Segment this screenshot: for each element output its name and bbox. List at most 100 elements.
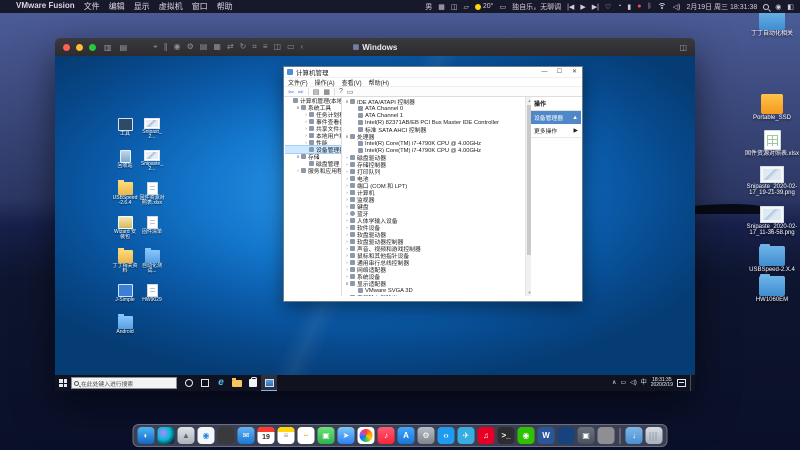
console-tree-item[interactable]: ›服务和应用程序	[285, 167, 341, 174]
minimize-button[interactable]	[76, 44, 83, 51]
taskbar-search-box[interactable]: 在此处键入进行搜索	[71, 377, 177, 389]
cm-menu-帮[interactable]: 帮助(H)	[369, 78, 389, 87]
collapse-arrow-icon[interactable]: ▲	[572, 115, 578, 121]
mac-desktop-icon[interactable]: HW1060EM	[745, 276, 799, 303]
menubar-menu-显示[interactable]: 显示	[134, 1, 150, 12]
media-next-icon[interactable]: ▶|	[592, 3, 599, 11]
spotlight-search-icon[interactable]	[763, 4, 769, 10]
vm-desktop-icon[interactable]: J-Simple	[112, 284, 138, 303]
start-button[interactable]	[55, 375, 71, 391]
menubar-menu-帮助[interactable]: 帮助	[217, 1, 233, 12]
dock-item-system-preferences[interactable]: ⚙	[418, 427, 435, 444]
device-tree-item[interactable]: ∨IDE ATA/ATAPI 控制器	[342, 98, 532, 105]
vm-desktop-icon[interactable]: 固件清单	[139, 216, 165, 235]
media-previous-icon[interactable]: |◀	[567, 3, 574, 11]
stats-grid-icon[interactable]: ▦	[438, 3, 445, 11]
cm-toolbar-icon-4[interactable]: ▦	[323, 88, 330, 96]
vm-toolbar-icon-4[interactable]: ⚙	[187, 43, 194, 51]
control-center-icon[interactable]: ◧	[787, 3, 794, 11]
ime-indicator[interactable]: 中	[641, 380, 647, 386]
device-tree-item[interactable]: ATA Channel 1	[342, 112, 532, 119]
menubar-menu-窗口[interactable]: 窗口	[192, 1, 208, 12]
dock-item-wechat[interactable]: ◉	[518, 427, 535, 444]
computer-management-icon[interactable]	[261, 375, 277, 391]
back-icon[interactable]: ⇦	[288, 88, 294, 96]
mac-desktop-icon[interactable]: USBSpeed-2.X.4	[745, 246, 799, 273]
dock-item-mail[interactable]: ✉	[238, 427, 255, 444]
device-tree-item[interactable]: ∨显示适配器	[342, 280, 532, 287]
dock-item-trash[interactable]	[646, 427, 663, 444]
wifi-icon[interactable]	[658, 3, 667, 10]
dock-item-photos[interactable]	[358, 427, 375, 444]
close-button[interactable]	[63, 44, 70, 51]
vm-toolbar-icon-9[interactable]: ⌗	[252, 43, 257, 51]
dock-item-telegram[interactable]: ✈	[458, 427, 475, 444]
menubar-clock[interactable]: 2月19日 周三 18:31:38	[686, 2, 757, 12]
library-toggle-icon[interactable]: ▥	[104, 43, 112, 52]
vm-desktop-icon[interactable]: 丁丁相关资料	[112, 250, 138, 274]
dock-item-launchpad[interactable]: ▲	[178, 427, 195, 444]
vm-toolbar-icon-11[interactable]: ◫	[274, 43, 282, 51]
mac-desktop-icon[interactable]: Portable_SSD	[745, 94, 799, 121]
device-tree-item[interactable]: ›监视器	[342, 196, 532, 203]
now-playing-title[interactable]: 独自乐，无聊调	[512, 2, 561, 12]
vm-desktop-icon[interactable]: 回收站	[112, 150, 138, 169]
vm-toolbar-icon-1[interactable]: ⌖	[153, 43, 158, 51]
minimize-button[interactable]: —	[537, 67, 552, 78]
cm-titlebar[interactable]: 计算机管理 — ☐ ✕	[284, 67, 582, 78]
vm-desktop-icon[interactable]: 工具	[112, 118, 138, 137]
vm-toolbar-icon-8[interactable]: ↻	[240, 43, 247, 51]
display-split-icon[interactable]: ◫	[451, 3, 458, 11]
store-icon[interactable]	[245, 375, 261, 391]
vm-desktop-icon[interactable]: HW9029	[139, 284, 165, 303]
vm-toolbar-icon-5[interactable]: ▤	[200, 43, 208, 51]
network-icon[interactable]: ▭	[620, 380, 626, 386]
vm-desktop-icon[interactable]: Snipaste_2...	[139, 150, 165, 172]
edge-icon[interactable]: e	[213, 375, 229, 391]
dock-item-vscode[interactable]: ‹›	[438, 427, 455, 444]
clipboard-icon[interactable]: ▱	[464, 3, 469, 11]
dock-item-music[interactable]: ♪	[378, 427, 395, 444]
siri-icon[interactable]: ◉	[775, 3, 781, 11]
vm-toolbar-icon-2[interactable]: ∥	[164, 43, 168, 51]
display-settings-icon[interactable]: ◫	[679, 43, 687, 52]
volume-icon[interactable]: ◁)	[673, 3, 681, 11]
cm-menu-查[interactable]: 查看(V)	[342, 78, 362, 87]
dock-item-downloads[interactable]: ↓	[626, 427, 643, 444]
dock-item-dock-app-dark[interactable]	[218, 427, 235, 444]
menubar-menu-编辑[interactable]: 编辑	[109, 1, 125, 12]
hidden-icons-chevron[interactable]: ∧	[612, 380, 616, 386]
task-view-icon[interactable]	[197, 375, 213, 391]
device-tree-item[interactable]: ATA Channel 0	[342, 105, 532, 112]
vm-desktop-icon[interactable]: USBSpeed-2.6.4	[112, 182, 138, 206]
mac-desktop-icon[interactable]: 固件资源对照表.xlsx	[745, 130, 799, 157]
weather-item[interactable]: 20°	[475, 3, 494, 10]
vm-toolbar-icon-3[interactable]: ◉	[174, 43, 181, 51]
action-center-icon[interactable]	[677, 379, 686, 387]
vm-desktop-icon[interactable]: 自动化测试...	[139, 250, 165, 274]
cm-menu-文[interactable]: 文件(F)	[288, 78, 308, 87]
expand-arrow-icon[interactable]: ▶	[574, 128, 578, 134]
cm-menu-操[interactable]: 操作(A)	[315, 78, 335, 87]
zoom-button[interactable]	[89, 44, 96, 51]
dock-item-dock-app-navy[interactable]	[558, 427, 575, 444]
maximize-button[interactable]: ☐	[552, 67, 567, 78]
menubar-menu-虚拟机[interactable]: 虚拟机	[159, 1, 183, 12]
actions-more-item[interactable]: 更多操作 ▶	[531, 124, 581, 138]
mac-desktop-icon[interactable]: 丁丁自动化相关	[745, 10, 799, 37]
dock-item-word[interactable]: W	[538, 427, 555, 444]
mac-desktop-icon[interactable]: Snipaste_2020-02-17_19-21-39.png	[745, 166, 799, 196]
vm-toolbar-icon-13[interactable]: ‹	[301, 43, 304, 51]
music-app-dot[interactable]: ●	[637, 3, 641, 10]
menubar-app-name[interactable]: VMware Fusion	[16, 1, 75, 12]
vm-desktop-icon[interactable]: Wizard 安装包	[112, 216, 138, 240]
dock-item-finder[interactable]: ◐	[138, 427, 155, 444]
device-tree-item[interactable]: Intel(R) Core(TM) i7-4790K CPU @ 4.00GHz	[342, 140, 532, 147]
forward-icon[interactable]: ⇨	[298, 88, 304, 96]
dock-item-safari[interactable]: ◉	[198, 427, 215, 444]
dock-item-facetime[interactable]: ▣	[318, 427, 335, 444]
cortana-icon[interactable]	[181, 375, 197, 391]
dock-item-notes[interactable]: ≡	[278, 427, 295, 444]
battery-icon[interactable]: ▮	[627, 3, 631, 11]
cm-toolbar-icon-3[interactable]: ▤	[313, 88, 320, 96]
